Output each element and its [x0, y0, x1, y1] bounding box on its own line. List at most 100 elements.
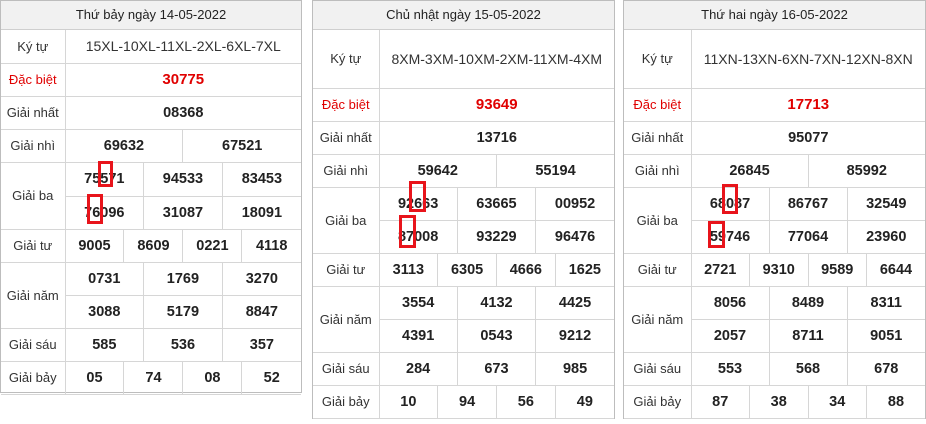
fifth-prize-value: 4132 — [456, 285, 537, 320]
fifth-prize-label: Giải năm — [1, 261, 66, 329]
second-prize-label: Giải nhì — [1, 128, 66, 163]
third-prize-label: Giải ba — [624, 186, 692, 254]
fifth-prize-value: 3088 — [65, 294, 145, 329]
seventh-prize-value: 56 — [495, 384, 556, 419]
seventh-prize-value: 87 — [690, 384, 750, 419]
special-prize-value: 30775 — [64, 62, 301, 97]
fifth-prize-value: 5179 — [143, 294, 223, 329]
first-prize-value: 08368 — [64, 95, 301, 130]
seventh-prize-value: 38 — [749, 384, 809, 419]
fourth-prize-value: 8609 — [123, 228, 184, 263]
special-prize-value: 93649 — [378, 87, 614, 122]
lottery-table-2: Chủ nhật ngày 15-05-2022 Ký tự 8XM-3XM-1… — [312, 0, 615, 419]
seventh-prize-value: 88 — [866, 384, 925, 419]
first-prize-label: Giải nhất — [1, 95, 66, 130]
third-prize-value: 83453 — [221, 161, 301, 197]
third-prize-value: 93229 — [456, 219, 537, 254]
sixth-prize-value: 357 — [221, 327, 301, 362]
fifth-prize-value: 4425 — [535, 285, 614, 320]
sixth-prize-label: Giải sáu — [313, 351, 380, 386]
first-prize-value: 95077 — [690, 120, 925, 155]
kytu-label: Ký tự — [624, 30, 692, 89]
fourth-prize-value: 9005 — [64, 228, 125, 263]
third-prize-value: 59746 — [691, 219, 770, 254]
seventh-prize-value: 10 — [378, 384, 439, 419]
fourth-prize-value: 6305 — [437, 252, 497, 287]
fifth-prize-value: 1769 — [143, 261, 223, 296]
second-prize-value: 59642 — [378, 153, 497, 188]
fourth-prize-value: 9589 — [807, 252, 867, 287]
table-date-header: Thứ bảy ngày 14-05-2022 — [1, 1, 301, 30]
third-prize-value: 23960 — [846, 219, 925, 254]
sixth-prize-value: 673 — [456, 351, 537, 386]
fifth-prize-value: 3270 — [221, 261, 301, 296]
results-grid: Ký tự 8XM-3XM-10XM-2XM-11XM-4XM Đặc biệt… — [313, 30, 614, 419]
fifth-prize-value: 8847 — [221, 294, 301, 329]
fifth-prize-value: 4391 — [379, 318, 458, 353]
lottery-table-3: Thứ hai ngày 16-05-2022 Ký tự 11XN-13XN-… — [623, 0, 926, 419]
third-prize-value: 32549 — [846, 186, 925, 221]
third-prize-value: 00952 — [535, 186, 614, 221]
third-prize-value: 96476 — [535, 219, 614, 254]
third-prize-value: 18091 — [221, 195, 301, 230]
fourth-prize-value: 4118 — [241, 228, 301, 263]
kytu-label: Ký tự — [1, 30, 66, 64]
fifth-prize-label: Giải năm — [624, 285, 692, 353]
table-date-header: Thứ hai ngày 16-05-2022 — [624, 1, 925, 30]
seventh-prize-label: Giải bảy — [1, 360, 66, 395]
seventh-prize-value: 08 — [182, 360, 243, 395]
second-prize-value: 85992 — [807, 153, 925, 188]
fifth-prize-value: 9212 — [535, 318, 614, 353]
seventh-prize-label: Giải bảy — [313, 384, 380, 419]
sixth-prize-value: 553 — [690, 351, 770, 386]
special-prize-label: Đặc biệt — [313, 87, 380, 122]
results-grid: Ký tự 15XL-10XL-11XL-2XL-6XL-7XL Đặc biệ… — [1, 30, 301, 395]
fifth-prize-value: 8711 — [768, 318, 848, 353]
fifth-prize-value: 0731 — [64, 261, 145, 296]
sixth-prize-value: 585 — [64, 327, 145, 362]
fourth-prize-label: Giải tư — [624, 252, 692, 287]
kytu-value: 8XM-3XM-10XM-2XM-11XM-4XM — [378, 30, 614, 89]
seventh-prize-value: 49 — [554, 384, 614, 419]
third-prize-value: 31087 — [143, 195, 223, 230]
kytu-label: Ký tự — [313, 30, 380, 89]
first-prize-label: Giải nhất — [313, 120, 380, 155]
sixth-prize-value: 985 — [535, 351, 614, 386]
seventh-prize-value: 34 — [807, 384, 867, 419]
third-prize-label: Giải ba — [1, 161, 66, 230]
special-prize-label: Đặc biệt — [1, 62, 66, 97]
fourth-prize-value: 1625 — [554, 252, 614, 287]
fourth-prize-value: 0221 — [182, 228, 243, 263]
third-prize-value: 94533 — [143, 161, 223, 197]
third-prize-value: 76096 — [65, 195, 145, 230]
seventh-prize-label: Giải bảy — [624, 384, 692, 419]
third-prize-value: 77064 — [768, 219, 848, 254]
third-prize-label: Giải ba — [313, 186, 380, 254]
second-prize-value: 69632 — [64, 128, 184, 163]
fifth-prize-value: 0543 — [456, 318, 537, 353]
first-prize-value: 13716 — [378, 120, 614, 155]
fourth-prize-value: 9310 — [749, 252, 809, 287]
lottery-table-1: Thứ bảy ngày 14-05-2022 Ký tự 15XL-10XL-… — [0, 0, 302, 395]
third-prize-value: 68087 — [690, 186, 770, 221]
sixth-prize-label: Giải sáu — [624, 351, 692, 386]
sixth-prize-value: 678 — [846, 351, 925, 386]
special-prize-value: 17713 — [690, 87, 925, 122]
third-prize-value: 63665 — [456, 186, 537, 221]
second-prize-label: Giải nhì — [313, 153, 380, 188]
second-prize-value: 26845 — [690, 153, 809, 188]
sixth-prize-value: 568 — [768, 351, 848, 386]
fifth-prize-value: 3554 — [378, 285, 458, 320]
second-prize-value: 55194 — [495, 153, 614, 188]
kytu-value: 15XL-10XL-11XL-2XL-6XL-7XL — [64, 30, 301, 64]
fourth-prize-value: 6644 — [866, 252, 925, 287]
third-prize-value: 86767 — [768, 186, 848, 221]
sixth-prize-value: 536 — [143, 327, 223, 362]
results-grid: Ký tự 11XN-13XN-6XN-7XN-12XN-8XN Đặc biệ… — [624, 30, 925, 419]
seventh-prize-value: 52 — [241, 360, 301, 395]
first-prize-label: Giải nhất — [624, 120, 692, 155]
seventh-prize-value: 05 — [64, 360, 125, 395]
seventh-prize-value: 74 — [123, 360, 184, 395]
sixth-prize-value: 284 — [378, 351, 458, 386]
seventh-prize-value: 94 — [437, 384, 497, 419]
